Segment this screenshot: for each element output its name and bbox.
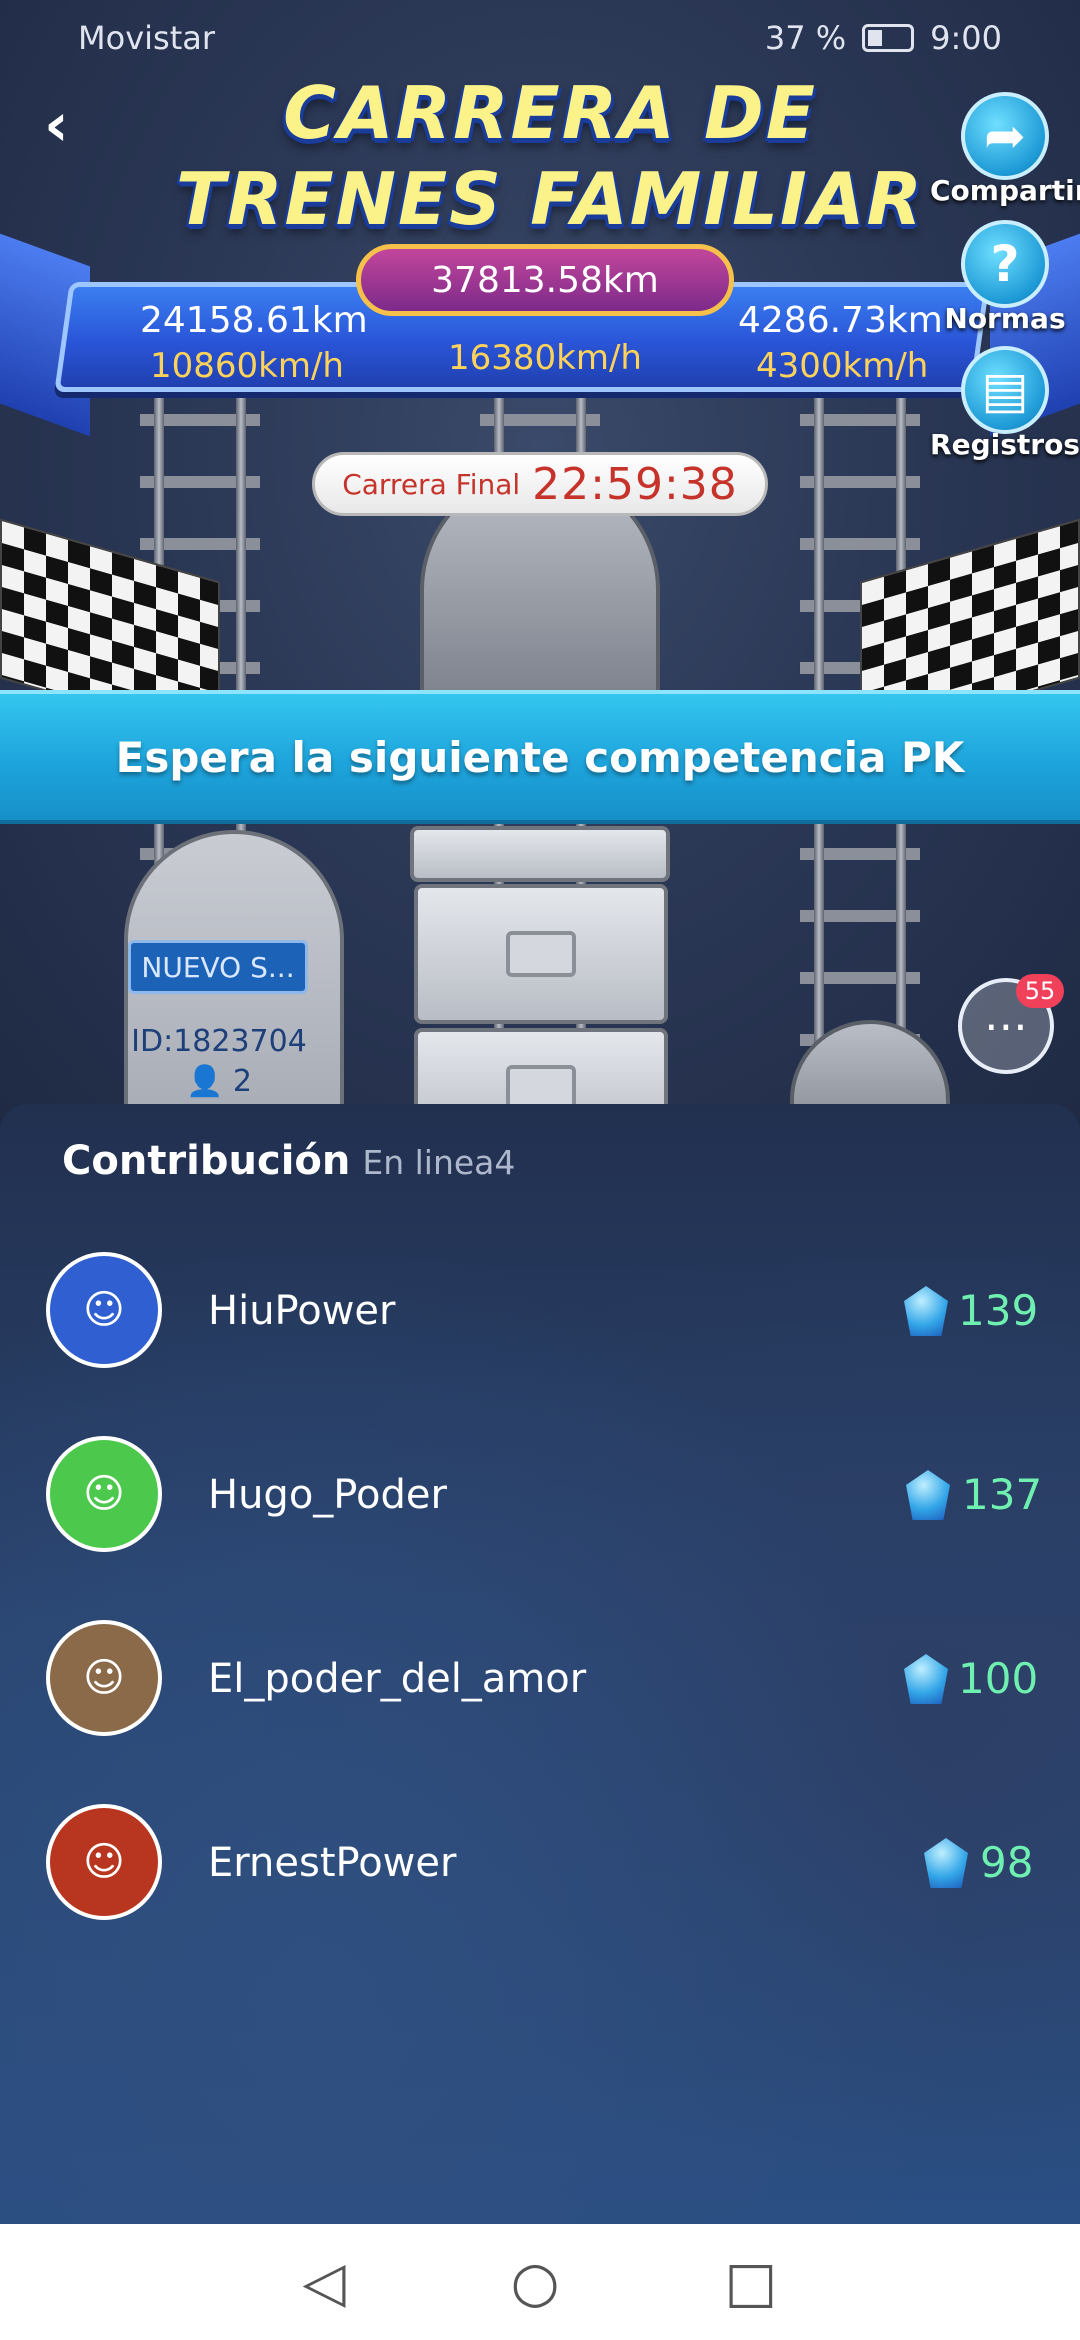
online-count: En linea4 <box>362 1143 516 1182</box>
clock: 9:00 <box>930 19 1002 57</box>
countdown-timer: Carrera Final 22:59:38 <box>312 452 768 516</box>
username: HiuPower <box>208 1288 396 1334</box>
center-speed: 16380km/h <box>448 338 642 378</box>
chat-badge: 55 <box>1016 974 1064 1008</box>
document-icon: ▤ <box>961 346 1049 434</box>
page-title: CARRERA DE TRENES FAMILIAR <box>176 71 924 241</box>
recents-square-icon[interactable]: □ <box>725 2250 778 2315</box>
avatar[interactable]: ☺ <box>46 1252 162 1368</box>
left-speed: 10860km/h <box>150 346 344 386</box>
right-speed: 4300km/h <box>756 346 929 386</box>
train-car <box>410 826 670 882</box>
home-circle-icon[interactable]: ○ <box>511 2250 560 2315</box>
carrier-label: Movistar <box>78 19 215 57</box>
avatar[interactable]: ☺ <box>46 1436 162 1552</box>
system-nav-bar: ◁ ○ □ <box>0 2224 1080 2340</box>
back-triangle-icon[interactable]: ◁ <box>303 2250 346 2315</box>
list-item[interactable]: ☺ ErnestPower 98 <box>0 1804 1080 1924</box>
left-distance: 24158.61km <box>140 300 368 341</box>
total-distance: 37813.58km <box>356 244 734 316</box>
team-members: 👤 2 <box>124 1064 314 1099</box>
share-button[interactable]: ➦ Compartir <box>930 92 1080 207</box>
right-distance: 4286.73km <box>738 300 943 341</box>
battery-icon <box>862 24 915 52</box>
battery-percent: 37 % <box>764 19 847 57</box>
status-bar: Movistar 37 % 9:00 <box>0 0 1080 76</box>
timer-value: 22:59:38 <box>532 458 738 510</box>
team-member-count: 2 <box>232 1064 252 1099</box>
username: Hugo_Poder <box>208 1472 447 1518</box>
username: ErnestPower <box>208 1840 457 1886</box>
username: El_poder_del_amor <box>208 1656 587 1702</box>
team-id: ID:1823704 <box>131 1024 307 1059</box>
gem-icon <box>924 1838 968 1888</box>
contribution-score: 98 <box>980 1838 1034 1887</box>
contribution-panel: Contribución En linea4 ☺ HiuPower 139 ☺ … <box>0 1104 1080 2224</box>
share-arrow-icon: ➦ <box>961 92 1049 180</box>
list-item[interactable]: ☺ Hugo_Poder 137 <box>0 1436 1080 1556</box>
game-area: NUEVO S... ID:1823704 👤 2 Movistar 37 % … <box>0 0 1080 1130</box>
list-item[interactable]: ☺ El_poder_del_amor 100 <box>0 1620 1080 1740</box>
contribution-score: 100 <box>958 1654 1039 1703</box>
gem-icon <box>904 1654 948 1704</box>
back-button[interactable]: ‹ <box>44 90 104 160</box>
rules-button[interactable]: ? Normas <box>930 220 1080 335</box>
train-car <box>414 884 668 1024</box>
gem-icon <box>906 1470 950 1520</box>
question-icon: ? <box>961 220 1049 308</box>
panel-header: Contribución En linea4 <box>62 1138 515 1184</box>
list-item[interactable]: ☺ HiuPower 139 <box>0 1252 1080 1372</box>
team-name: NUEVO S... <box>128 940 308 994</box>
contribution-score: 139 <box>958 1286 1039 1335</box>
wait-banner: Espera la siguiente competencia PK <box>0 690 1080 824</box>
avatar[interactable]: ☺ <box>46 1620 162 1736</box>
user-icon: 👤 <box>186 1064 224 1099</box>
panel-title: Contribución <box>62 1138 351 1184</box>
chat-bubble-icon: ⋯ <box>984 1000 1028 1052</box>
gem-icon <box>904 1286 948 1336</box>
timer-label: Carrera Final <box>342 467 521 501</box>
avatar[interactable]: ☺ <box>46 1804 162 1920</box>
contribution-score: 137 <box>962 1470 1043 1519</box>
chevron-left-icon: ‹ <box>44 90 69 160</box>
records-button[interactable]: ▤ Registros <box>930 346 1080 461</box>
